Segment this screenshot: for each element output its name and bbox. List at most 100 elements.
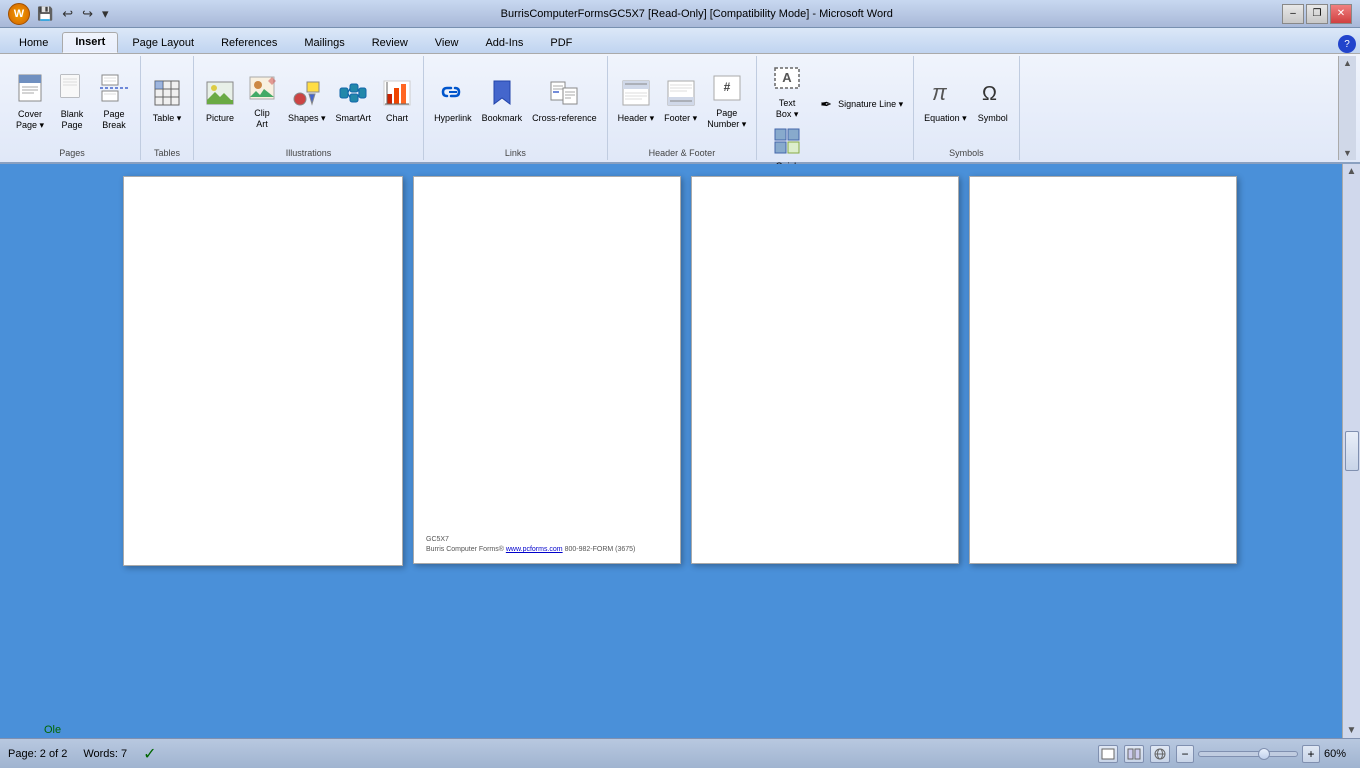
page-break-button[interactable]: PageBreak <box>94 71 134 134</box>
zoom-track[interactable] <box>1198 751 1298 757</box>
chart-label: Chart <box>386 113 408 124</box>
quick-access-dropdown[interactable]: ▾ <box>99 5 112 23</box>
ribbon-group-pages: CoverPage ▾ BlankPage PageBreak Pages <box>4 56 141 160</box>
smartart-label: SmartArt <box>336 113 372 124</box>
cross-reference-button[interactable]: Cross-reference <box>528 77 601 127</box>
zoom-percentage: 60% <box>1324 748 1352 760</box>
zoom-in-button[interactable]: + <box>1302 745 1320 763</box>
page-2-footer-link[interactable]: www.pcforms.com <box>506 546 563 553</box>
chart-button[interactable]: Chart <box>377 77 417 127</box>
zoom-out-button[interactable]: − <box>1176 745 1194 763</box>
quick-access-toolbar: 💾 ↩ ↪ ▾ <box>34 5 112 23</box>
hyperlink-label: Hyperlink <box>434 113 472 124</box>
page-break-icon <box>100 74 128 107</box>
smartart-button[interactable]: SmartArt <box>332 77 376 127</box>
window-title: BurrisComputerFormsGC5X7 [Read-Only] [Co… <box>112 8 1282 20</box>
tab-insert[interactable]: Insert <box>62 32 118 53</box>
shapes-label: Shapes ▾ <box>288 113 326 124</box>
web-layout-view-button[interactable] <box>1150 745 1170 763</box>
pages-group-label: Pages <box>59 146 85 158</box>
office-logo-icon[interactable]: W <box>8 3 30 25</box>
smartart-icon <box>339 80 367 111</box>
shapes-icon <box>293 80 321 111</box>
clip-art-button[interactable]: ClipArt <box>242 72 282 133</box>
page-2-footer-line1: GC5X7 <box>426 535 635 545</box>
ribbon-group-tables: Table ▾ Tables <box>141 56 194 160</box>
signature-line-button[interactable]: ✒ Signature Line ▾ <box>813 94 907 115</box>
ribbon-group-text: A TextBox ▾ QuickParts ▾ A <box>757 56 914 160</box>
tab-references[interactable]: References <box>208 33 290 53</box>
quick-parts-icon <box>774 128 800 159</box>
equation-button[interactable]: π Equation ▾ <box>920 77 971 127</box>
picture-label: Picture <box>206 113 234 124</box>
footer-label: Footer ▾ <box>664 113 697 124</box>
print-layout-view-button[interactable] <box>1098 745 1118 763</box>
zoom-slider: − + 60% <box>1176 745 1352 763</box>
page-2: GC5X7 Burris Computer Forms® www.pcforms… <box>413 176 681 564</box>
hyperlink-button[interactable]: Hyperlink <box>430 77 476 127</box>
equation-icon: π <box>930 80 960 111</box>
text-box-button[interactable]: A TextBox ▾ <box>767 62 807 123</box>
svg-text:π: π <box>932 80 948 105</box>
statusbar: Page: 2 of 2 Words: 7 ✓ − + 60% <box>0 738 1360 768</box>
picture-button[interactable]: Picture <box>200 77 240 127</box>
redo-button[interactable]: ↪ <box>79 5 96 23</box>
page-number-button[interactable]: # PageNumber ▾ <box>703 72 750 133</box>
save-button[interactable]: 💾 <box>34 5 56 23</box>
signature-line-icon: ✒ <box>817 96 835 113</box>
ribbon: CoverPage ▾ BlankPage PageBreak Pages <box>0 54 1360 164</box>
blank-page-icon <box>59 74 85 107</box>
titlebar-left: W 💾 ↩ ↪ ▾ <box>8 3 112 25</box>
page-number-label: PageNumber ▾ <box>707 108 746 130</box>
cover-page-icon <box>16 74 44 107</box>
bookmark-label: Bookmark <box>482 113 523 124</box>
signature-line-label: Signature Line ▾ <box>838 99 903 110</box>
page-2-footer: GC5X7 Burris Computer Forms® www.pcforms… <box>426 535 635 555</box>
vertical-scrollbar[interactable]: ▲ ▼ <box>1342 164 1360 738</box>
scrollbar-thumb[interactable] <box>1345 431 1359 471</box>
pages-container: GC5X7 Burris Computer Forms® www.pcforms… <box>123 176 1237 566</box>
close-button[interactable]: ✕ <box>1330 4 1352 24</box>
shapes-button[interactable]: Shapes ▾ <box>284 77 330 127</box>
pages-buttons: CoverPage ▾ BlankPage PageBreak <box>10 58 134 146</box>
undo-button[interactable]: ↩ <box>59 5 76 23</box>
tab-mailings[interactable]: Mailings <box>291 33 357 53</box>
table-button[interactable]: Table ▾ <box>147 77 187 127</box>
tab-pdf[interactable]: PDF <box>537 33 585 53</box>
illustrations-group-label: Illustrations <box>286 146 332 158</box>
minimize-button[interactable]: – <box>1282 4 1304 24</box>
cover-page-button[interactable]: CoverPage ▾ <box>10 71 50 134</box>
tab-page-layout[interactable]: Page Layout <box>119 33 207 53</box>
table-icon <box>154 80 180 111</box>
tab-home[interactable]: Home <box>6 33 61 53</box>
symbols-buttons: π Equation ▾ Ω Symbol <box>920 58 1013 146</box>
document-area: ▲ ▼ GC5X7 Burris Computer Forms® www.pcf… <box>0 164 1360 768</box>
zoom-thumb[interactable] <box>1258 748 1270 760</box>
footer-icon <box>667 80 695 111</box>
ribbon-scrollbar[interactable]: ▲ ▼ <box>1338 56 1356 160</box>
help-button[interactable]: ? <box>1338 35 1356 53</box>
picture-icon <box>206 80 234 111</box>
spelling-check-icon[interactable]: ✓ <box>143 744 156 764</box>
footer-button[interactable]: Footer ▾ <box>660 77 701 127</box>
full-screen-view-button[interactable] <box>1124 745 1144 763</box>
symbol-icon: Ω <box>980 80 1006 111</box>
words-count: Words: 7 <box>83 748 127 760</box>
tab-review[interactable]: Review <box>359 33 421 53</box>
tables-buttons: Table ▾ <box>147 58 187 146</box>
window-controls: – ❐ ✕ <box>1282 4 1352 24</box>
blank-page-button[interactable]: BlankPage <box>52 71 92 134</box>
table-label: Table ▾ <box>153 113 182 124</box>
svg-text:#: # <box>723 80 730 94</box>
symbol-button[interactable]: Ω Symbol <box>973 77 1013 127</box>
status-left: Page: 2 of 2 Words: 7 ✓ <box>8 744 157 764</box>
header-footer-group-label: Header & Footer <box>649 146 716 158</box>
header-button[interactable]: Header ▾ <box>614 77 659 127</box>
header-icon <box>622 80 650 111</box>
tab-add-ins[interactable]: Add-Ins <box>472 33 536 53</box>
page-3 <box>691 176 959 564</box>
bookmark-button[interactable]: Bookmark <box>478 77 527 127</box>
restore-button[interactable]: ❐ <box>1306 4 1328 24</box>
tab-view[interactable]: View <box>422 33 472 53</box>
cross-reference-icon <box>550 80 578 111</box>
